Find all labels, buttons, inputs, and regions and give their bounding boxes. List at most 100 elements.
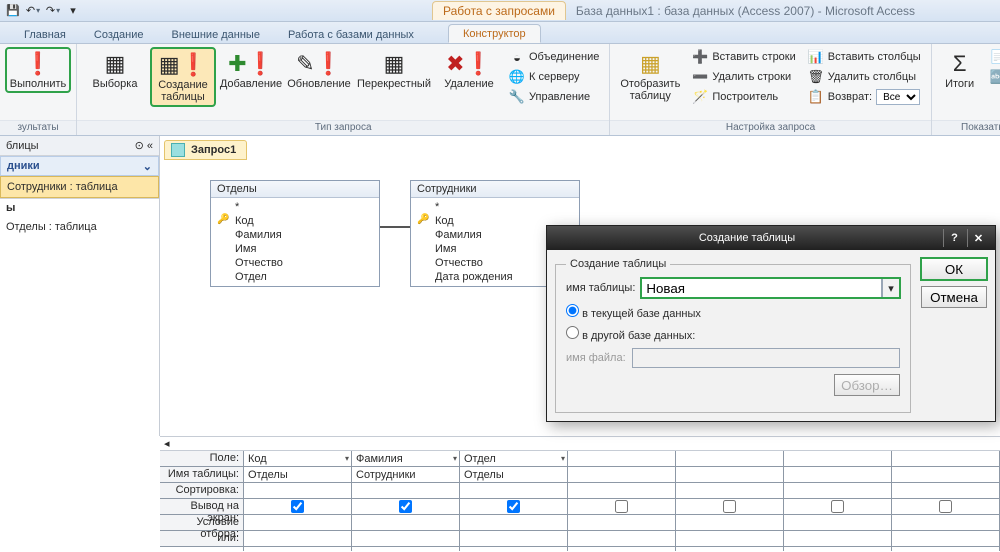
delete-cols-button[interactable]: 🗑Удалить столбцы (804, 68, 925, 86)
union-button[interactable]: ◒Объединение (505, 48, 603, 66)
cell-show[interactable] (676, 499, 783, 515)
chevron-down-icon[interactable]: ⊙ « (135, 139, 153, 152)
sheet-props-button[interactable]: 📄Стр (986, 48, 1000, 66)
radio-current-db[interactable] (566, 304, 579, 317)
tab-home[interactable]: Главная (10, 26, 80, 43)
grid-col-5[interactable] (784, 451, 892, 551)
cell-or[interactable] (460, 531, 567, 547)
cell-or[interactable] (568, 531, 675, 547)
cell-sort[interactable] (676, 483, 783, 499)
cell-criteria[interactable] (352, 515, 459, 531)
cell-table[interactable] (676, 467, 783, 483)
undo-icon[interactable]: ↶ (24, 2, 42, 20)
cell-criteria[interactable] (676, 515, 783, 531)
tab-database-tools[interactable]: Работа с базами данных (274, 26, 428, 43)
cell-field[interactable] (676, 451, 783, 467)
nav-item-employees-table[interactable]: Сотрудники : таблица (0, 176, 159, 198)
cell-or[interactable] (784, 531, 891, 547)
combo-dropdown-icon[interactable]: ▾ (882, 278, 900, 298)
relationship-line[interactable] (380, 226, 410, 228)
insert-cols-button[interactable]: 📊Вставить столбцы (804, 48, 925, 66)
option-current-db[interactable]: в текущей базе данных (566, 304, 701, 320)
field-familia[interactable]: Фамилия (215, 228, 375, 242)
show-table-button[interactable]: ▦ Отобразить таблицу (616, 48, 684, 104)
grid-col-1[interactable]: ФамилияСотрудники (352, 451, 460, 551)
cell-sort[interactable] (244, 483, 351, 499)
cell-table[interactable] (568, 467, 675, 483)
help-button[interactable]: ? (943, 229, 965, 247)
show-checkbox[interactable] (723, 500, 736, 513)
show-checkbox[interactable] (831, 500, 844, 513)
field2-star[interactable]: * (415, 200, 575, 214)
totals-button[interactable]: Σ Итоги (938, 48, 982, 92)
cell-table[interactable] (784, 467, 891, 483)
cell-field[interactable]: Отдел (460, 451, 567, 467)
cell-criteria[interactable] (784, 515, 891, 531)
cell-table[interactable]: Отделы (244, 467, 351, 483)
table-departments-header[interactable]: Отделы (211, 181, 379, 198)
cell-field[interactable] (892, 451, 999, 467)
dialog-titlebar[interactable]: Создание таблицы ? ✕ (547, 226, 995, 250)
navigation-pane[interactable]: блицы ⊙ « дники ⌄ Сотрудники : таблица ы… (0, 136, 160, 436)
cell-table[interactable]: Сотрудники (352, 467, 459, 483)
cell-field[interactable]: Фамилия (352, 451, 459, 467)
tab-external-data[interactable]: Внешние данные (158, 26, 274, 43)
cell-sort[interactable] (460, 483, 567, 499)
grid-col-0[interactable]: КодОтделы (244, 451, 352, 551)
cell-criteria[interactable] (568, 515, 675, 531)
cell-or[interactable] (892, 531, 999, 547)
document-tab[interactable]: Запрос1 (164, 140, 247, 160)
show-checkbox[interactable] (291, 500, 304, 513)
table-name-input[interactable] (641, 278, 882, 298)
cell-criteria[interactable] (460, 515, 567, 531)
field-star[interactable]: * (215, 200, 375, 214)
save-icon[interactable]: 💾 (4, 2, 22, 20)
show-checkbox[interactable] (507, 500, 520, 513)
cell-criteria[interactable] (244, 515, 351, 531)
grid-col-4[interactable] (676, 451, 784, 551)
cell-show[interactable] (568, 499, 675, 515)
show-checkbox[interactable] (399, 500, 412, 513)
scroll-left-icon[interactable]: ◂ (164, 437, 170, 450)
cell-show[interactable] (352, 499, 459, 515)
delete-rows-button[interactable]: ➖Удалить строки (688, 68, 799, 86)
show-checkbox[interactable] (615, 500, 628, 513)
qat-customize-icon[interactable]: ▾ (64, 2, 82, 20)
cell-or[interactable] (676, 531, 783, 547)
field-otchestvo[interactable]: Отчество (215, 256, 375, 270)
table-departments[interactable]: Отделы * Код Фамилия Имя Отчество Отдел (210, 180, 380, 287)
table-names-button[interactable]: 🔤Име (986, 68, 1000, 86)
grid-col-6[interactable] (892, 451, 1000, 551)
radio-other-db[interactable] (566, 326, 579, 339)
crosstab-button[interactable]: ▦ Перекрестный (355, 48, 433, 92)
cell-field[interactable] (568, 451, 675, 467)
data-definition-button[interactable]: 🔧Управление (505, 88, 603, 106)
field-imya[interactable]: Имя (215, 242, 375, 256)
field-otdel[interactable]: Отдел (215, 270, 375, 284)
cell-show[interactable] (460, 499, 567, 515)
cell-table[interactable] (892, 467, 999, 483)
insert-rows-button[interactable]: ➕Вставить строки (688, 48, 799, 66)
cell-sort[interactable] (352, 483, 459, 499)
ok-button[interactable]: ОК (921, 258, 987, 280)
cell-field[interactable] (784, 451, 891, 467)
cancel-button[interactable]: Отмена (921, 286, 987, 308)
cell-or[interactable] (244, 531, 351, 547)
builder-button[interactable]: 🪄Построитель (688, 88, 799, 106)
tab-create[interactable]: Создание (80, 26, 158, 43)
tab-designer[interactable]: Конструктор (448, 24, 541, 43)
cell-sort[interactable] (784, 483, 891, 499)
nav-header[interactable]: блицы ⊙ « (0, 136, 159, 156)
cell-field[interactable]: Код (244, 451, 351, 467)
cell-sort[interactable] (568, 483, 675, 499)
close-icon[interactable]: ✕ (967, 229, 989, 247)
nav-section-employees[interactable]: дники ⌄ (0, 156, 159, 176)
field-kod[interactable]: Код (215, 214, 375, 228)
to-server-button[interactable]: 🌐К серверу (505, 68, 603, 86)
cell-show[interactable] (892, 499, 999, 515)
option-other-db[interactable]: в другой базе данных: (566, 326, 695, 342)
grid-col-2[interactable]: ОтделОтделы (460, 451, 568, 551)
cell-criteria[interactable] (892, 515, 999, 531)
append-button[interactable]: ✚❗ Добавление (219, 48, 283, 92)
run-button[interactable]: ❗ Выполнить (6, 48, 70, 92)
